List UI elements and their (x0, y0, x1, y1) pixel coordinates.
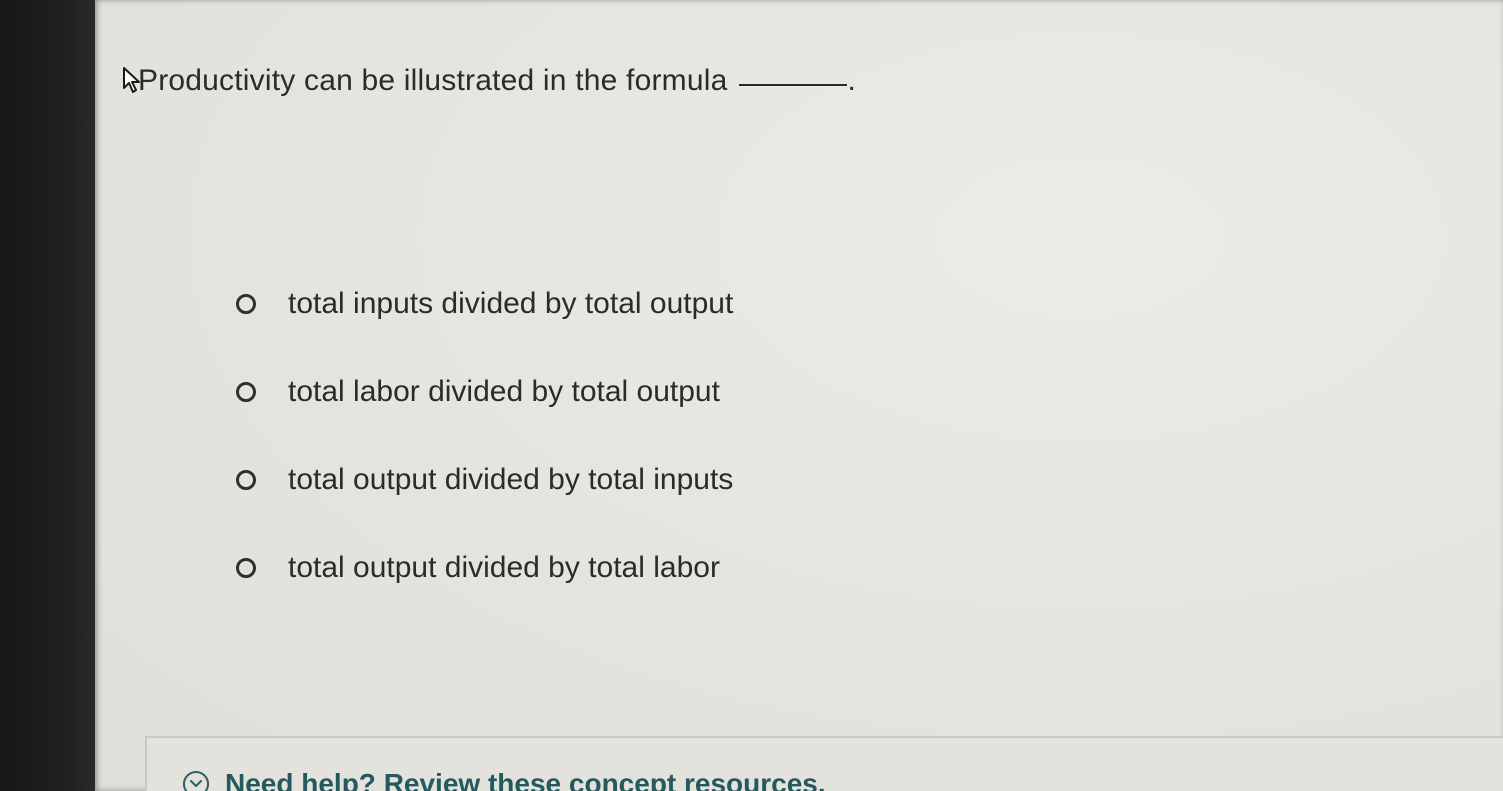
radio-button-icon[interactable] (236, 470, 256, 490)
help-panel: Need help? Review these concept resource… (145, 736, 1503, 791)
photo-of-screen: Productivity can be illustrated in the f… (0, 0, 1503, 791)
answer-options: total inputs divided by total output tot… (236, 282, 733, 634)
answer-option-4[interactable]: total output divided by total labor (236, 546, 733, 590)
answer-option-2[interactable]: total labor divided by total output (236, 370, 733, 414)
chevron-down-glyph (190, 780, 202, 787)
answer-blank (739, 84, 848, 86)
question-text: Productivity can be illustrated in the f… (138, 64, 728, 97)
answer-option-label: total inputs divided by total output (288, 287, 734, 320)
question-prompt: Productivity can be illustrated in the f… (138, 64, 856, 98)
radio-button-icon[interactable] (236, 558, 256, 578)
radio-button-icon[interactable] (236, 382, 256, 402)
chevron-down-icon[interactable] (183, 771, 209, 791)
answer-option-label: total output divided by total inputs (288, 463, 734, 496)
radio-button-icon[interactable] (236, 294, 256, 314)
question-end-punctuation: . (847, 64, 857, 97)
concept-resources-link[interactable]: Need help? Review these concept resource… (225, 768, 826, 791)
concept-resources-toggle[interactable]: Need help? Review these concept resource… (183, 768, 826, 791)
answer-option-1[interactable]: total inputs divided by total output (236, 282, 733, 326)
answer-option-label: total output divided by total labor (288, 551, 720, 584)
monitor-bezel (0, 0, 95, 791)
answer-option-label: total labor divided by total output (288, 375, 720, 408)
answer-option-3[interactable]: total output divided by total inputs (236, 458, 733, 502)
